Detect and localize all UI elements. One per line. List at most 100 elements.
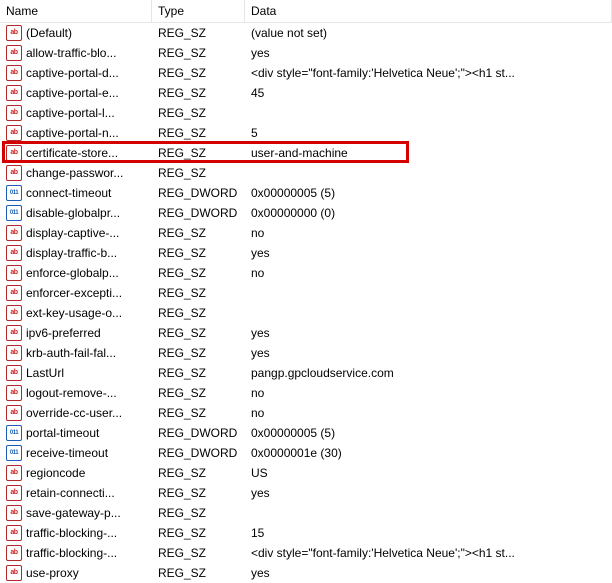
registry-entry-data[interactable]: [245, 303, 612, 323]
registry-entry-name[interactable]: 011connect-timeout: [0, 183, 152, 203]
reg-sz-icon: ab: [6, 245, 22, 261]
registry-entry-data[interactable]: [245, 503, 612, 523]
registry-entry-name[interactable]: ab(Default): [0, 23, 152, 43]
registry-entry-name[interactable]: abcaptive-portal-l...: [0, 103, 152, 123]
registry-entry-data[interactable]: yes: [245, 243, 612, 263]
registry-entry-type[interactable]: REG_SZ: [152, 403, 245, 423]
registry-entry-type[interactable]: REG_SZ: [152, 283, 245, 303]
registry-entry-name[interactable]: abipv6-preferred: [0, 323, 152, 343]
registry-entry-name[interactable]: abdisplay-traffic-b...: [0, 243, 152, 263]
registry-entry-name[interactable]: aboverride-cc-user...: [0, 403, 152, 423]
reg-sz-icon: ab: [6, 545, 22, 561]
registry-entry-type[interactable]: REG_SZ: [152, 43, 245, 63]
registry-entry-type[interactable]: REG_DWORD: [152, 423, 245, 443]
registry-entry-data[interactable]: (value not set): [245, 23, 612, 43]
registry-entry-data[interactable]: [245, 103, 612, 123]
registry-entry-type[interactable]: REG_DWORD: [152, 203, 245, 223]
registry-entry-name[interactable]: abcaptive-portal-n...: [0, 123, 152, 143]
registry-entry-data[interactable]: no: [245, 403, 612, 423]
reg-sz-icon: ab: [6, 505, 22, 521]
registry-entry-data[interactable]: 5: [245, 123, 612, 143]
registry-entry-name[interactable]: abuse-proxy: [0, 563, 152, 583]
registry-entry-type[interactable]: REG_SZ: [152, 503, 245, 523]
registry-entry-name[interactable]: abenforce-globalp...: [0, 263, 152, 283]
registry-entry-data[interactable]: no: [245, 263, 612, 283]
reg-sz-icon: ab: [6, 565, 22, 581]
registry-entry-data[interactable]: <div style="font-family:'Helvetica Neue'…: [245, 63, 612, 83]
registry-entry-type[interactable]: REG_SZ: [152, 523, 245, 543]
column-header-data[interactable]: Data: [245, 0, 612, 23]
column-header-name[interactable]: Name: [0, 0, 152, 23]
registry-entry-name[interactable]: abext-key-usage-o...: [0, 303, 152, 323]
entry-name-text: captive-portal-l...: [26, 105, 115, 121]
registry-entry-name[interactable]: abLastUrl: [0, 363, 152, 383]
registry-entry-type[interactable]: REG_DWORD: [152, 443, 245, 463]
registry-entry-data[interactable]: 0x00000000 (0): [245, 203, 612, 223]
entry-name-text: portal-timeout: [26, 425, 99, 441]
registry-entry-name[interactable]: 011portal-timeout: [0, 423, 152, 443]
registry-entry-data[interactable]: [245, 163, 612, 183]
registry-entry-data[interactable]: user-and-machine: [245, 143, 612, 163]
registry-entry-data[interactable]: no: [245, 383, 612, 403]
entry-name-text: regioncode: [26, 465, 85, 481]
registry-entry-data[interactable]: yes: [245, 323, 612, 343]
registry-entry-type[interactable]: REG_SZ: [152, 463, 245, 483]
registry-entry-type[interactable]: REG_SZ: [152, 383, 245, 403]
registry-entry-data[interactable]: 0x0000001e (30): [245, 443, 612, 463]
registry-entry-name[interactable]: abtraffic-blocking-...: [0, 543, 152, 563]
registry-entry-data[interactable]: yes: [245, 563, 612, 583]
registry-entry-data[interactable]: US: [245, 463, 612, 483]
entry-name-text: save-gateway-p...: [26, 505, 121, 521]
registry-entry-name[interactable]: 011disable-globalpr...: [0, 203, 152, 223]
entry-name-text: use-proxy: [26, 565, 79, 581]
registry-entry-data[interactable]: 45: [245, 83, 612, 103]
registry-entry-type[interactable]: REG_SZ: [152, 103, 245, 123]
registry-entry-name[interactable]: aballow-traffic-blo...: [0, 43, 152, 63]
registry-entry-name[interactable]: abenforcer-excepti...: [0, 283, 152, 303]
registry-entry-type[interactable]: REG_SZ: [152, 83, 245, 103]
registry-entry-type[interactable]: REG_SZ: [152, 243, 245, 263]
registry-entry-type[interactable]: REG_SZ: [152, 63, 245, 83]
registry-entry-type[interactable]: REG_SZ: [152, 303, 245, 323]
registry-entry-type[interactable]: REG_SZ: [152, 163, 245, 183]
registry-entry-name[interactable]: abcertificate-store...: [0, 143, 152, 163]
registry-entry-data[interactable]: yes: [245, 43, 612, 63]
registry-entry-type[interactable]: REG_DWORD: [152, 183, 245, 203]
registry-entry-type[interactable]: REG_SZ: [152, 363, 245, 383]
registry-entry-name[interactable]: abregioncode: [0, 463, 152, 483]
registry-entry-name[interactable]: ablogout-remove-...: [0, 383, 152, 403]
registry-entry-name[interactable]: abcaptive-portal-d...: [0, 63, 152, 83]
registry-entry-name[interactable]: abretain-connecti...: [0, 483, 152, 503]
reg-sz-icon: ab: [6, 165, 22, 181]
entry-name-text: captive-portal-n...: [26, 125, 119, 141]
registry-entry-type[interactable]: REG_SZ: [152, 543, 245, 563]
registry-entry-data[interactable]: 15: [245, 523, 612, 543]
registry-entry-type[interactable]: REG_SZ: [152, 123, 245, 143]
registry-entry-data[interactable]: no: [245, 223, 612, 243]
registry-entry-name[interactable]: 011receive-timeout: [0, 443, 152, 463]
reg-dword-icon: 011: [6, 185, 22, 201]
registry-entry-type[interactable]: REG_SZ: [152, 263, 245, 283]
registry-entry-name[interactable]: abtraffic-blocking-...: [0, 523, 152, 543]
registry-entry-name[interactable]: absave-gateway-p...: [0, 503, 152, 523]
registry-entry-type[interactable]: REG_SZ: [152, 23, 245, 43]
registry-entry-type[interactable]: REG_SZ: [152, 143, 245, 163]
registry-entry-type[interactable]: REG_SZ: [152, 563, 245, 583]
registry-entry-name[interactable]: abcaptive-portal-e...: [0, 83, 152, 103]
reg-sz-icon: ab: [6, 145, 22, 161]
registry-entry-name[interactable]: abkrb-auth-fail-fal...: [0, 343, 152, 363]
registry-entry-data[interactable]: yes: [245, 343, 612, 363]
registry-entry-type[interactable]: REG_SZ: [152, 323, 245, 343]
registry-entry-type[interactable]: REG_SZ: [152, 223, 245, 243]
registry-entry-data[interactable]: 0x00000005 (5): [245, 423, 612, 443]
registry-entry-data[interactable]: yes: [245, 483, 612, 503]
registry-entry-name[interactable]: abdisplay-captive-...: [0, 223, 152, 243]
registry-entry-data[interactable]: 0x00000005 (5): [245, 183, 612, 203]
registry-entry-type[interactable]: REG_SZ: [152, 343, 245, 363]
registry-entry-data[interactable]: <div style="font-family:'Helvetica Neue'…: [245, 543, 612, 563]
registry-entry-data[interactable]: pangp.gpcloudservice.com: [245, 363, 612, 383]
registry-entry-data[interactable]: [245, 283, 612, 303]
registry-entry-type[interactable]: REG_SZ: [152, 483, 245, 503]
registry-entry-name[interactable]: abchange-passwor...: [0, 163, 152, 183]
column-header-type[interactable]: Type: [152, 0, 245, 23]
